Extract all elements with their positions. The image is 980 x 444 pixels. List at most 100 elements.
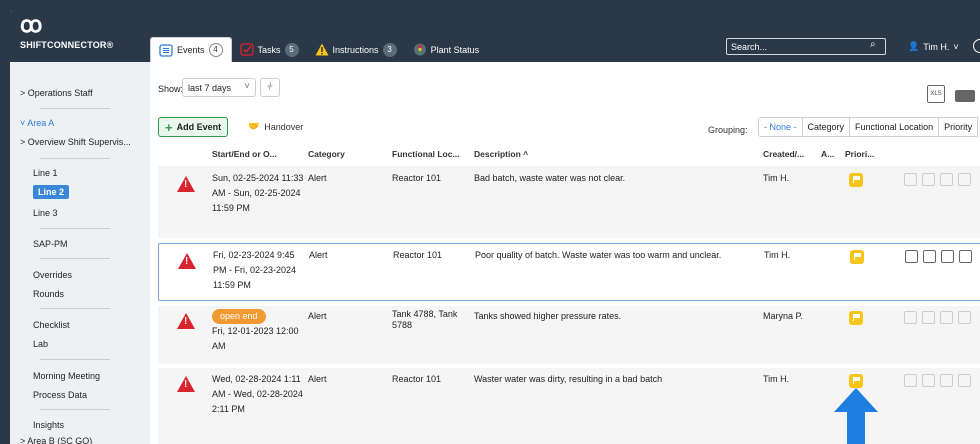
handshake-icon: 🤝 bbox=[248, 121, 260, 131]
grouping-none[interactable]: - None - bbox=[758, 117, 803, 137]
note-icon[interactable] bbox=[922, 311, 935, 324]
tab-instructions[interactable]: Instructions 3 bbox=[307, 37, 405, 62]
show-period-value: last 7 days bbox=[188, 83, 232, 93]
sidebar: > Operations Staff ˅ Area A > Overview S… bbox=[10, 62, 150, 444]
handover-button[interactable]: 🤝 Handover bbox=[248, 121, 303, 132]
tab-instructions-label: Instructions bbox=[332, 44, 379, 55]
sidebar-item-lab[interactable]: Lab bbox=[33, 339, 48, 349]
assign-icon[interactable] bbox=[905, 250, 918, 263]
sidebar-item-sap-pm[interactable]: SAP-PM bbox=[33, 239, 68, 249]
priority-flag-icon bbox=[849, 374, 863, 388]
events-icon bbox=[159, 43, 173, 57]
alert-action-icon[interactable] bbox=[958, 311, 971, 324]
table-row[interactable]: Fri, 02-23-2024 9:45 PM - Fri, 02-23-202… bbox=[158, 243, 980, 301]
add-event-button[interactable]: + Add Event bbox=[158, 117, 229, 137]
assign-icon[interactable] bbox=[904, 311, 917, 324]
alert-icon bbox=[178, 253, 196, 269]
tab-bar: Events 4 Tasks 5 Instructions 3 Plant St… bbox=[150, 37, 487, 62]
print-icon[interactable] bbox=[955, 90, 975, 102]
alert-action-icon[interactable] bbox=[959, 250, 972, 263]
alert-icon bbox=[177, 313, 195, 329]
grouping-priority[interactable]: Priority bbox=[939, 117, 979, 137]
row-start-end: Sun, 02-25-2024 11:33 AM - Sun, 02-25-20… bbox=[212, 173, 304, 213]
checkmark-icon[interactable] bbox=[940, 311, 953, 324]
column-priority[interactable]: Priori... bbox=[845, 149, 874, 159]
table-header: Start/End or O... Category Functional Lo… bbox=[150, 146, 980, 164]
sidebar-item-line-3[interactable]: Line 3 bbox=[33, 208, 58, 218]
handover-label: Handover bbox=[264, 121, 304, 132]
user-icon: 👤 bbox=[908, 41, 920, 51]
column-created[interactable]: Created/... bbox=[763, 149, 804, 159]
sidebar-divider bbox=[40, 228, 110, 229]
note-icon[interactable] bbox=[923, 250, 936, 263]
table-row[interactable]: Sun, 02-25-2024 11:33 AM - Sun, 02-25-20… bbox=[158, 166, 980, 238]
row-actions bbox=[904, 374, 971, 387]
tasks-icon bbox=[239, 43, 254, 56]
sidebar-item-insights[interactable]: Insights bbox=[33, 420, 64, 430]
note-icon[interactable] bbox=[922, 173, 935, 186]
checkmark-icon[interactable] bbox=[941, 250, 954, 263]
grouping-category[interactable]: Category bbox=[802, 117, 851, 137]
sidebar-divider bbox=[40, 158, 110, 159]
row-created-by: Maryna P. bbox=[763, 311, 803, 321]
row-start-end: Wed, 02-28-2024 1:11 AM - Wed, 02-28-202… bbox=[212, 374, 303, 414]
highlight-arrow-icon bbox=[834, 388, 878, 444]
checkmark-icon[interactable] bbox=[940, 374, 953, 387]
note-icon[interactable] bbox=[922, 374, 935, 387]
sidebar-item-overrides[interactable]: Overrides bbox=[33, 270, 72, 280]
sidebar-item-area-a[interactable]: ˅ Area A bbox=[20, 118, 54, 128]
open-end-badge: open end bbox=[212, 309, 266, 324]
column-category[interactable]: Category bbox=[308, 149, 345, 159]
sidebar-item-checklist[interactable]: Checklist bbox=[33, 320, 70, 330]
tab-plant-status-label: Plant Status bbox=[430, 44, 480, 55]
help-icon[interactable] bbox=[973, 39, 980, 53]
column-attachments[interactable]: A... bbox=[821, 149, 834, 159]
alert-action-icon[interactable] bbox=[958, 374, 971, 387]
export-xls-icon[interactable]: XLS bbox=[927, 85, 945, 103]
top-bar: ꝏ SHIFTCONNECTOR® Events 4 Tasks 5 Instr… bbox=[10, 10, 980, 62]
sidebar-item-process-data[interactable]: Process Data bbox=[33, 390, 87, 400]
row-start-end: Fri, 02-23-2024 9:45 PM - Fri, 02-23-202… bbox=[213, 250, 297, 290]
tab-tasks-label: Tasks bbox=[257, 44, 281, 55]
logo[interactable]: ꝏ SHIFTCONNECTOR® bbox=[20, 14, 114, 51]
checkmark-icon[interactable] bbox=[940, 173, 953, 186]
assign-icon[interactable] bbox=[904, 173, 917, 186]
sidebar-divider bbox=[40, 359, 110, 360]
tab-plant-status[interactable]: Plant Status bbox=[405, 37, 488, 62]
row-created-by: Tim H. bbox=[763, 374, 790, 384]
sidebar-item-morning-meeting[interactable]: Morning Meeting bbox=[33, 371, 100, 381]
sidebar-item-rounds[interactable]: Rounds bbox=[33, 289, 64, 299]
row-actions bbox=[905, 250, 972, 263]
search-input[interactable] bbox=[726, 38, 886, 55]
column-start-end[interactable]: Start/End or O... bbox=[212, 149, 277, 159]
column-description[interactable]: Description ^ bbox=[474, 149, 528, 159]
plus-icon: + bbox=[165, 119, 173, 135]
search-icon[interactable]: ⌕ bbox=[870, 39, 884, 54]
alert-action-icon[interactable] bbox=[958, 173, 971, 186]
row-description: Waster water was dirty, resulting in a b… bbox=[474, 374, 663, 384]
row-actions bbox=[904, 311, 971, 324]
assign-icon[interactable] bbox=[904, 374, 917, 387]
warning-icon bbox=[315, 43, 329, 56]
tab-tasks[interactable]: Tasks 5 bbox=[232, 37, 307, 62]
sidebar-item-area-b[interactable]: > Area B (SC GO) bbox=[20, 436, 92, 444]
sidebar-item-line-2[interactable]: Line 2 bbox=[33, 185, 70, 199]
column-settings-button[interactable]: ⫩ bbox=[260, 78, 280, 97]
sliders-icon: ⫩ bbox=[267, 82, 273, 93]
user-menu[interactable]: 👤 Tim H. ˅ bbox=[908, 41, 959, 52]
grouping-functional-location[interactable]: Functional Location bbox=[850, 117, 940, 137]
sidebar-item-overview-shift-supervisor[interactable]: > Overview Shift Supervis... bbox=[20, 137, 131, 147]
grouping-options: - None - Category Functional Location Pr… bbox=[758, 117, 979, 137]
logo-text: SHIFTCONNECTOR® bbox=[20, 40, 114, 50]
column-functional-location[interactable]: Functional Loc... bbox=[392, 149, 460, 159]
sidebar-item-line-1[interactable]: Line 1 bbox=[33, 168, 58, 178]
sidebar-item-operations-staff[interactable]: > Operations Staff bbox=[20, 88, 93, 98]
table-row[interactable]: open end Fri, 12-01-2023 12:00 AM Alert … bbox=[158, 306, 980, 364]
row-location: Reactor 101 bbox=[392, 173, 442, 183]
show-period-select[interactable]: last 7 days ˅ bbox=[182, 78, 256, 97]
tab-events-count: 4 bbox=[208, 43, 223, 57]
sidebar-divider bbox=[40, 308, 110, 309]
tab-events[interactable]: Events 4 bbox=[150, 37, 232, 62]
priority-flag-icon bbox=[849, 311, 863, 325]
row-description: Poor quality of batch. Waste water was t… bbox=[475, 250, 722, 260]
